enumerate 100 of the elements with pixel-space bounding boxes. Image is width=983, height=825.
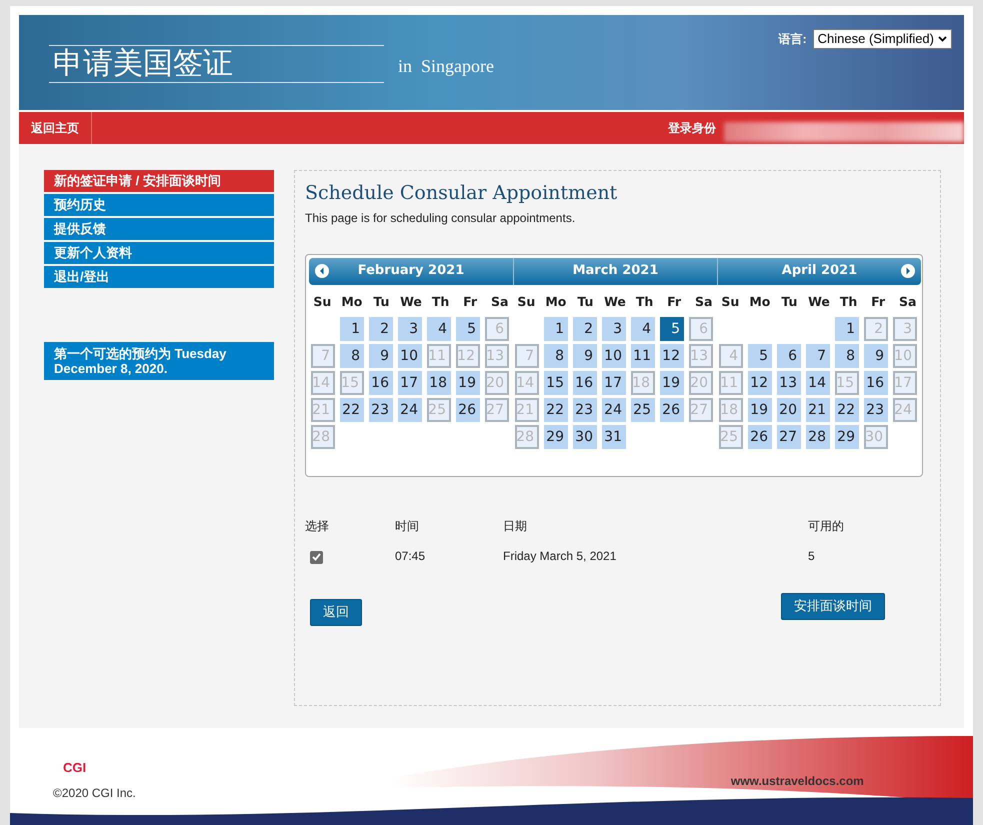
calendar-day[interactable]: 1 [340, 317, 364, 342]
calendar-day: 28 [515, 425, 539, 450]
calendar-day[interactable]: 22 [544, 398, 568, 422]
calendar-day[interactable]: 19 [660, 371, 684, 396]
calendar-day[interactable]: 10 [602, 344, 626, 368]
calendar-day[interactable]: 24 [398, 398, 422, 422]
month-header: March 2021 [513, 258, 717, 284]
calendar-day: 30 [864, 425, 888, 450]
calendar-day: 11 [427, 344, 451, 368]
calendar-day[interactable]: 24 [602, 398, 626, 422]
calendar-day: 10 [893, 344, 917, 368]
cgi-logo: CGI [63, 759, 88, 777]
weekday-label: Sa [490, 292, 510, 310]
calendar-day[interactable]: 25 [631, 398, 655, 422]
calendar-day[interactable]: 29 [835, 425, 859, 450]
page-title: Schedule Consular Appointment [305, 181, 618, 206]
back-button[interactable]: 返回 [310, 598, 362, 626]
calendar-day[interactable]: 5 [660, 317, 684, 342]
schedule-button[interactable]: 安排面谈时间 [781, 592, 885, 620]
calendar-day[interactable]: 29 [544, 425, 568, 450]
calendar-day[interactable]: 31 [602, 425, 626, 450]
calendar-day: 17 [893, 371, 917, 396]
calendar-day[interactable]: 23 [864, 398, 888, 422]
calendar-day[interactable]: 4 [631, 317, 655, 342]
calendar-day[interactable]: 5 [456, 317, 480, 342]
calendar-day[interactable]: 21 [806, 398, 830, 422]
calendar-day[interactable]: 22 [340, 398, 364, 422]
select-checkbox[interactable] [310, 550, 323, 564]
weekday-label: Sa [898, 292, 918, 310]
calendar-day: 20 [689, 371, 713, 396]
calendar-day: 25 [719, 425, 743, 450]
calendar-day[interactable]: 12 [660, 344, 684, 368]
calendar-day[interactable]: 10 [398, 344, 422, 368]
calendar-day[interactable]: 14 [806, 371, 830, 396]
calendar-day[interactable]: 5 [748, 344, 772, 368]
calendar-day[interactable]: 12 [748, 371, 772, 396]
calendar-day[interactable]: 17 [602, 371, 626, 396]
checkmark-icon [312, 553, 321, 561]
weekday-label: Th [838, 292, 858, 310]
calendar-day[interactable]: 16 [369, 371, 393, 396]
calendar-day[interactable]: 16 [573, 371, 597, 396]
site-title: 申请美国签证 [52, 46, 234, 82]
calendar-day[interactable]: 17 [398, 371, 422, 396]
calendar-day[interactable]: 28 [806, 425, 830, 450]
calendar-day[interactable]: 2 [369, 317, 393, 342]
calendar-day[interactable]: 26 [748, 425, 772, 450]
calendar-day[interactable]: 7 [806, 344, 830, 368]
calendar-day[interactable]: 23 [369, 398, 393, 422]
calendar-day: 13 [689, 344, 713, 368]
month-header: April 2021 [717, 258, 921, 284]
calendar-day[interactable]: 1 [835, 317, 859, 342]
first-appointment-notice: 第一个可选的预约为 Tuesday December 8, 2020. [44, 342, 274, 380]
calendar-day[interactable]: 23 [573, 398, 597, 422]
calendar-day: 18 [631, 371, 655, 396]
calendar-day[interactable]: 6 [777, 344, 801, 368]
weekday-label: Tu [576, 292, 594, 310]
sidebar-item[interactable]: 退出/登出 [44, 266, 274, 288]
calendar-day[interactable]: 19 [748, 398, 772, 422]
calendar-day[interactable]: 18 [427, 371, 451, 396]
calendar-day[interactable]: 26 [660, 398, 684, 422]
calendar-day[interactable]: 3 [602, 317, 626, 342]
calendar-day[interactable]: 9 [573, 344, 597, 368]
weekday-label: Su [720, 292, 740, 310]
calendar-day[interactable]: 8 [835, 344, 859, 368]
sidebar-item[interactable]: 更新个人资料 [44, 242, 274, 264]
calendar-day[interactable]: 3 [398, 317, 422, 342]
weekday-label: Th [430, 292, 450, 310]
language-select[interactable]: Chinese (Simplified) [812, 29, 952, 49]
calendar-day[interactable]: 13 [777, 371, 801, 396]
weekday-label: Sa [694, 292, 714, 310]
sidebar-item[interactable]: 新的签证申请 / 安排面谈时间 [44, 170, 274, 192]
weekday-label: Tu [780, 292, 798, 310]
calendar-day[interactable]: 22 [835, 398, 859, 422]
calendar-day[interactable]: 19 [456, 371, 480, 396]
weekday-label: We [807, 292, 831, 310]
calendar-day[interactable]: 9 [369, 344, 393, 368]
calendar-day[interactable]: 20 [777, 398, 801, 422]
month-header: February 2021 [309, 258, 513, 284]
calendar-day: 14 [515, 371, 539, 396]
calendar-day: 21 [311, 398, 335, 422]
calendar-day: 11 [719, 371, 743, 396]
calendar-day[interactable]: 2 [573, 317, 597, 342]
calendar-day[interactable]: 4 [427, 317, 451, 342]
calendar-day[interactable]: 16 [864, 371, 888, 396]
calendar-day[interactable]: 30 [573, 425, 597, 450]
calendar-day[interactable]: 26 [456, 398, 480, 422]
calendar-day: 21 [515, 398, 539, 422]
weekday-label: Mo [748, 292, 772, 310]
calendar-day[interactable]: 15 [544, 371, 568, 396]
calendar-day: 28 [311, 425, 335, 450]
sidebar-item[interactable]: 预约历史 [44, 194, 274, 216]
calendar-day[interactable]: 27 [777, 425, 801, 450]
calendar-day: 18 [719, 398, 743, 422]
calendar-day[interactable]: 8 [544, 344, 568, 368]
calendar-day[interactable]: 9 [864, 344, 888, 368]
calendar-day[interactable]: 8 [340, 344, 364, 368]
calendar-day[interactable]: 11 [631, 344, 655, 368]
sidebar-item[interactable]: 提供反馈 [44, 218, 274, 240]
calendar-day[interactable]: 1 [544, 317, 568, 342]
weekday-label: Mo [340, 292, 364, 310]
